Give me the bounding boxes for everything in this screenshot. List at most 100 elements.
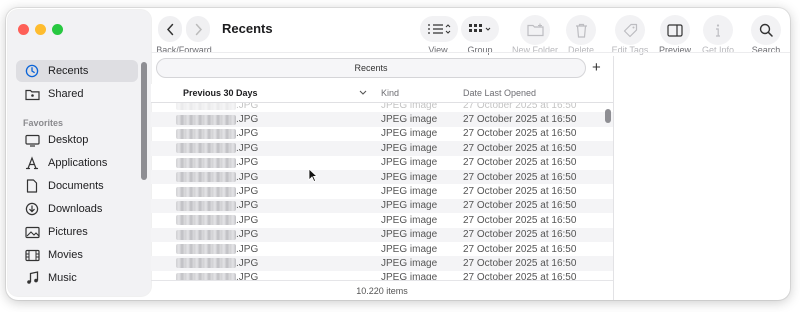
sidebar-item-movies[interactable]: Movies <box>16 244 138 266</box>
chevron-right-icon <box>195 23 202 35</box>
applications-icon <box>24 155 40 171</box>
sidebar-item-applications[interactable]: Applications <box>16 152 138 174</box>
file-list: .JPG JPEG image 27 October 2025 at 16:50 .J… <box>151 84 613 280</box>
file-kind: JPEG image <box>381 243 438 255</box>
sidebar-item-shared[interactable]: Shared <box>16 83 138 105</box>
preview-pane-icon <box>667 23 683 37</box>
sidebar-item-desktop[interactable]: Desktop <box>16 129 138 151</box>
file-name: .JPG <box>176 186 376 197</box>
file-name: .JPG <box>176 244 376 255</box>
file-name: .JPG <box>176 143 376 154</box>
column-header-name[interactable]: Previous 30 Days <box>151 84 373 102</box>
file-extension: .JPG <box>236 157 259 169</box>
file-kind: JPEG image <box>381 171 438 183</box>
file-date: 27 October 2025 at 16:50 <box>463 171 577 183</box>
status-bar: 10.220 items <box>151 280 613 300</box>
file-kind: JPEG image <box>381 186 438 198</box>
file-date: 27 October 2025 at 16:50 <box>463 114 577 126</box>
file-date: 27 October 2025 at 16:50 <box>463 186 577 198</box>
sidebar-item-music[interactable]: Music <box>16 267 138 289</box>
new-folder-icon <box>526 23 544 37</box>
sidebar-item-label: Desktop <box>48 134 89 146</box>
close-window-button[interactable] <box>18 24 29 35</box>
redacted-filename <box>176 114 236 125</box>
file-kind: JPEG image <box>381 128 438 140</box>
table-row[interactable]: .JPG JPEG image 27 October 2025 at 16:50 <box>151 227 613 242</box>
redacted-filename <box>176 244 236 255</box>
sidebar-item-label: Pictures <box>48 226 88 238</box>
trash-icon <box>575 23 587 38</box>
delete-button[interactable] <box>566 15 596 45</box>
redacted-filename <box>176 258 236 269</box>
file-name: .JPG <box>176 114 376 125</box>
sidebar-item-label: Documents <box>48 180 104 192</box>
chevron-down-icon <box>359 90 367 95</box>
search-label: Search <box>751 45 781 55</box>
clock-icon <box>24 63 40 79</box>
table-row[interactable]: .JPG JPEG image 27 October 2025 at 16:50 <box>151 271 613 280</box>
file-name: .JPG <box>176 215 376 226</box>
column-header-kind[interactable]: Kind <box>373 84 458 102</box>
table-row[interactable]: .JPG JPEG image 27 October 2025 at 16:50 <box>151 112 613 127</box>
column-header-date[interactable]: Date Last Opened <box>457 84 613 102</box>
file-name: .JPG <box>176 157 376 168</box>
minimize-window-button[interactable] <box>35 24 46 35</box>
sidebar-item-label: Movies <box>48 249 83 261</box>
list-scrollbar[interactable] <box>605 109 611 123</box>
tab-label: Recents <box>354 63 388 73</box>
table-row[interactable]: .JPG JPEG image 27 October 2025 at 16:50 <box>151 198 613 214</box>
zoom-window-button[interactable] <box>52 24 63 35</box>
search-icon <box>759 23 773 37</box>
mouse-cursor-icon <box>308 168 318 183</box>
finder-window: Recents Shared Favorites Desktop Applica… <box>6 8 790 300</box>
search-button[interactable] <box>751 15 781 45</box>
table-row[interactable]: .JPG JPEG image 27 October 2025 at 16:50 <box>151 127 613 141</box>
chevron-left-icon <box>166 23 173 35</box>
table-row[interactable]: .JPG JPEG image 27 October 2025 at 16:50 <box>151 256 613 271</box>
file-kind: JPEG image <box>381 157 438 169</box>
file-extension: .JPG <box>236 272 259 280</box>
file-kind: JPEG image <box>381 272 438 280</box>
sidebar-item-recents[interactable]: Recents <box>16 60 138 82</box>
sidebar-item-documents[interactable]: Documents <box>16 175 138 197</box>
view-button[interactable] <box>420 16 458 42</box>
file-date: 27 October 2025 at 16:50 <box>463 243 577 255</box>
back-button[interactable] <box>158 16 182 42</box>
table-row[interactable]: .JPG JPEG image 27 October 2025 at 16:50 <box>151 141 613 156</box>
file-list-rows: .JPG JPEG image 27 October 2025 at 16:50 .J… <box>151 98 613 280</box>
sidebar: Recents Shared Favorites Desktop Applica… <box>8 10 151 296</box>
file-kind: JPEG image <box>381 229 438 241</box>
redacted-filename <box>176 229 236 240</box>
preview-button[interactable] <box>660 15 690 45</box>
forward-button[interactable] <box>186 16 210 42</box>
tab-recents[interactable]: Recents <box>156 58 586 78</box>
back-forward-control <box>158 16 214 42</box>
sidebar-item-pictures[interactable]: Pictures <box>16 221 138 243</box>
redacted-filename <box>176 172 236 183</box>
pictures-icon <box>24 224 40 240</box>
redacted-filename <box>176 272 236 280</box>
table-row[interactable]: .JPG JPEG image 27 October 2025 at 16:50 <box>151 169 613 185</box>
sidebar-item-label: Applications <box>48 157 108 169</box>
file-name: .JPG <box>176 128 376 139</box>
edit-tags-button[interactable] <box>615 15 645 45</box>
sidebar-item-downloads[interactable]: Downloads <box>16 198 138 220</box>
file-kind: JPEG image <box>381 114 438 126</box>
file-extension: .JPG <box>236 186 259 198</box>
file-kind: JPEG image <box>381 257 438 269</box>
get-info-button[interactable] <box>703 15 733 45</box>
table-row[interactable]: .JPG JPEG image 27 October 2025 at 16:50 <box>151 156 613 170</box>
new-tab-button[interactable]: + <box>592 59 601 76</box>
list-view-icon <box>428 24 451 34</box>
group-icon <box>469 24 491 32</box>
table-row[interactable]: .JPG JPEG image 27 October 2025 at 16:50 <box>151 242 613 256</box>
sidebar-scrollbar[interactable] <box>141 62 147 180</box>
file-date: 27 October 2025 at 16:50 <box>463 214 577 226</box>
redacted-filename <box>176 186 236 197</box>
table-row[interactable]: .JPG JPEG image 27 October 2025 at 16:50 <box>151 184 613 198</box>
movies-icon <box>24 247 40 263</box>
redacted-filename <box>176 215 236 226</box>
group-button[interactable] <box>461 16 499 42</box>
table-row[interactable]: .JPG JPEG image 27 October 2025 at 16:50 <box>151 213 613 227</box>
new-folder-button[interactable] <box>520 15 550 45</box>
